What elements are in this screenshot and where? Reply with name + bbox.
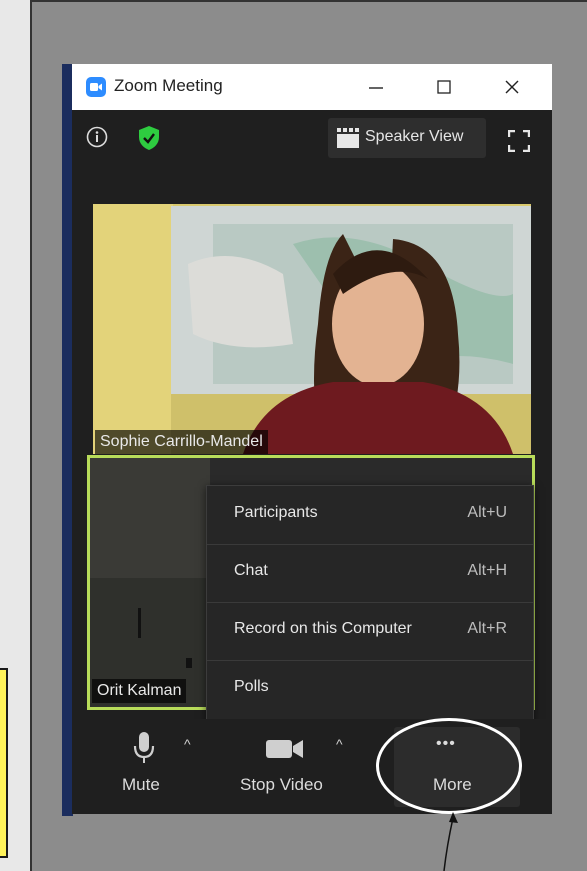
audio-options-chevron-icon[interactable]: ^	[184, 736, 191, 752]
speaker-view-button[interactable]: Speaker View	[328, 118, 486, 158]
video-options-chevron-icon[interactable]: ^	[336, 736, 343, 752]
menu-item-polls[interactable]: Polls	[207, 660, 533, 718]
speaker-view-grid-icon	[337, 128, 359, 148]
stop-video-button[interactable]: Stop Video	[232, 719, 342, 814]
microphone-icon	[133, 732, 155, 763]
participant-name-tag-2: Orit Kalman	[92, 679, 187, 703]
menu-item-shortcut: Alt+R	[467, 620, 507, 637]
speaker-view-label: Speaker View	[365, 128, 464, 145]
minimize-button[interactable]	[356, 72, 396, 102]
menu-item-participants[interactable]: Participants Alt+U	[207, 486, 533, 545]
mute-label: Mute	[122, 775, 160, 794]
meeting-toolbar: Mute ^ Stop Video ^ ••• More	[72, 719, 552, 814]
participant-video-image	[93, 204, 531, 454]
fullscreen-icon[interactable]	[507, 129, 531, 157]
info-icon[interactable]	[86, 126, 108, 153]
yellow-annotation-note	[0, 668, 8, 858]
menu-item-shortcut: Alt+H	[467, 562, 507, 579]
menu-item-shortcut: Alt+U	[467, 504, 507, 521]
title-bar: Zoom Meeting	[72, 64, 552, 110]
zoom-meeting-window: Zoom Meeting Speaker View Sophie Carrill…	[72, 64, 552, 814]
participant-name-tag: Sophie Carrillo-Mandel	[95, 430, 268, 454]
zoom-logo-icon	[86, 77, 106, 102]
window-title: Zoom Meeting	[114, 76, 223, 95]
shield-check-icon[interactable]	[137, 125, 161, 156]
menu-item-label: Participants	[234, 504, 318, 521]
arrow-annotation	[443, 812, 458, 871]
mute-button[interactable]: Mute	[108, 719, 178, 814]
participant-video-main[interactable]: Sophie Carrillo-Mandel	[93, 204, 531, 454]
menu-item-label: Chat	[234, 562, 268, 579]
video-camera-icon	[266, 740, 303, 758]
menu-item-label: Record on this Computer	[234, 620, 412, 637]
stop-video-label: Stop Video	[240, 775, 323, 794]
menu-item-label: Polls	[234, 678, 269, 695]
menu-item-record[interactable]: Record on this Computer Alt+R	[207, 602, 533, 661]
more-dots-icon: •••	[436, 735, 456, 752]
more-button[interactable]: ••• More	[394, 727, 520, 807]
screenshot-stage: Zoom Meeting Speaker View Sophie Carrill…	[0, 0, 587, 871]
more-menu: Participants Alt+U Chat Alt+H Record on …	[206, 485, 534, 721]
menu-item-chat[interactable]: Chat Alt+H	[207, 544, 533, 603]
more-label: More	[433, 775, 472, 794]
close-button[interactable]	[492, 72, 532, 102]
maximize-button[interactable]	[424, 72, 464, 102]
